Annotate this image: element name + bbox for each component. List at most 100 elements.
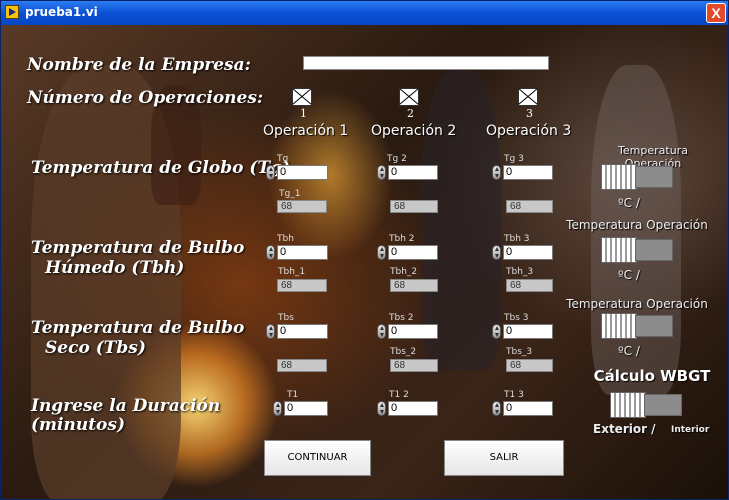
operation-1-header: Operación 1 [263, 123, 349, 139]
tbh2-indicator-caption: Tbh_2 [390, 267, 418, 277]
tbs1-spinner[interactable] [266, 324, 275, 339]
t1-control[interactable]: 0 [273, 401, 328, 416]
wbgt-exterior-label: Exterior / [593, 422, 656, 436]
toggle-switch-track [635, 315, 673, 337]
tbh2-spinner[interactable] [377, 245, 386, 260]
toggle-switch-track [635, 166, 673, 188]
tbh2-caption: Tbh 2 [389, 234, 415, 244]
wbgt-interior-label: Interior [671, 425, 710, 435]
dry-bulb-label-line1: Temperatura de Bulbo [31, 318, 245, 338]
tbs1-caption: Tbs [278, 313, 294, 323]
toggle-switch-track [644, 394, 682, 416]
tbs3-spinner[interactable] [492, 324, 501, 339]
title-bar[interactable]: prueba1.vi X [1, 1, 728, 25]
t3-input[interactable]: 0 [503, 401, 553, 416]
operation-3-checkbox[interactable] [518, 88, 538, 106]
duration-label-line2: (minutos) [31, 415, 126, 435]
tbs2-indicator-caption: Tbs_2 [390, 347, 417, 357]
duration-label-line1: Ingrese la Duración [31, 396, 221, 416]
tbh3-input[interactable]: 0 [503, 245, 553, 260]
tg1-caption: Tg [277, 154, 289, 164]
operation-3-number: 3 [526, 107, 533, 120]
t3-spinner[interactable] [492, 401, 501, 416]
tg2-spinner[interactable] [377, 165, 386, 180]
exit-button[interactable]: SALIR [444, 440, 564, 476]
tg1-spinner[interactable] [266, 165, 275, 180]
tbh1-spinner[interactable] [266, 245, 275, 260]
tg1-indicator: 68 [277, 200, 327, 213]
toggle2-label: Temperatura Operación [566, 218, 708, 232]
t3-caption: T1 3 [504, 390, 524, 400]
close-button[interactable]: X [706, 3, 726, 23]
operation-2-number: 2 [407, 107, 414, 120]
tbs2-indicator: 68 [390, 359, 438, 372]
temp-unit-toggle-3[interactable] [601, 313, 673, 339]
tbh1-control[interactable]: 0 [266, 245, 328, 260]
labview-vi-icon [5, 5, 19, 19]
toggle3-units: ºC / [618, 344, 640, 358]
tbh3-indicator-caption: Tbh_3 [506, 267, 534, 277]
operation-2-header: Operación 2 [371, 123, 457, 139]
tbs1-control[interactable]: 0 [266, 324, 328, 339]
tg1-input[interactable]: 0 [277, 165, 328, 180]
tbh3-indicator: 68 [506, 279, 553, 292]
tbs2-spinner[interactable] [377, 324, 386, 339]
operations-count-label: Número de Operaciones: [27, 88, 264, 108]
tg3-spinner[interactable] [492, 165, 501, 180]
tg1-indicator-caption: Tg_1 [279, 189, 301, 199]
toggle2-units: ºC / [618, 268, 640, 282]
dry-bulb-label-line2: Seco (Tbs) [45, 338, 146, 358]
tg2-caption: Tg 2 [387, 154, 407, 164]
tbh1-indicator-caption: Tbh_1 [278, 267, 306, 277]
tbh3-spinner[interactable] [492, 245, 501, 260]
tg1-control[interactable]: 0 [266, 165, 328, 180]
t2-control[interactable]: 0 [377, 401, 438, 416]
tbs3-control[interactable]: 0 [492, 324, 553, 339]
tbh3-caption: Tbh 3 [504, 234, 530, 244]
company-name-input[interactable] [303, 56, 549, 70]
temp-unit-toggle-2[interactable] [601, 237, 673, 263]
t1-input[interactable]: 0 [284, 401, 328, 416]
exterior-interior-toggle[interactable] [610, 392, 682, 418]
tbs3-caption: Tbs 3 [504, 313, 529, 323]
tbs3-indicator: 68 [506, 359, 553, 372]
toggle3-label: Temperatura Operación [566, 297, 708, 311]
tg3-indicator: 68 [506, 200, 553, 213]
toggle-switch-handle[interactable] [601, 313, 637, 339]
t3-control[interactable]: 0 [492, 401, 553, 416]
toggle1-units: ºC / [618, 196, 640, 210]
tbh3-control[interactable]: 0 [492, 245, 553, 260]
operation-3-header: Operación 3 [486, 123, 572, 139]
toggle-switch-track [635, 239, 673, 261]
tbh1-input[interactable]: 0 [277, 245, 328, 260]
company-label: Nombre de la Empresa: [27, 55, 251, 75]
t2-spinner[interactable] [377, 401, 386, 416]
tbs2-control[interactable]: 0 [377, 324, 438, 339]
tbs3-input[interactable]: 0 [503, 324, 553, 339]
tg2-control[interactable]: 0 [377, 165, 438, 180]
tbh2-indicator: 68 [390, 279, 438, 292]
t1-spinner[interactable] [273, 401, 282, 416]
toggle-switch-handle[interactable] [610, 392, 646, 418]
tg3-input[interactable]: 0 [503, 165, 553, 180]
tbs1-indicator: 68 [277, 359, 327, 372]
toggle-switch-handle[interactable] [601, 237, 637, 263]
t2-input[interactable]: 0 [388, 401, 438, 416]
tg3-control[interactable]: 0 [492, 165, 553, 180]
tbh1-caption: Tbh [277, 234, 294, 244]
tbh2-control[interactable]: 0 [377, 245, 438, 260]
wet-bulb-label-line1: Temperatura de Bulbo [31, 238, 245, 258]
toggle-switch-handle[interactable] [601, 164, 637, 190]
continue-button[interactable]: CONTINUAR [264, 440, 371, 476]
operation-2-checkbox[interactable] [399, 88, 419, 106]
tg2-input[interactable]: 0 [388, 165, 438, 180]
app-window: prueba1.vi X Nombre de la Empresa: Númer… [0, 0, 729, 500]
window-title: prueba1.vi [25, 5, 98, 19]
tbh1-indicator: 68 [277, 279, 327, 292]
tbh2-input[interactable]: 0 [388, 245, 438, 260]
operation-1-checkbox[interactable] [292, 88, 312, 106]
temp-unit-toggle-1[interactable] [601, 164, 673, 190]
tbs2-input[interactable]: 0 [388, 324, 438, 339]
wet-bulb-label-line2: Húmedo (Tbh) [45, 258, 185, 278]
tbs1-input[interactable]: 0 [277, 324, 328, 339]
